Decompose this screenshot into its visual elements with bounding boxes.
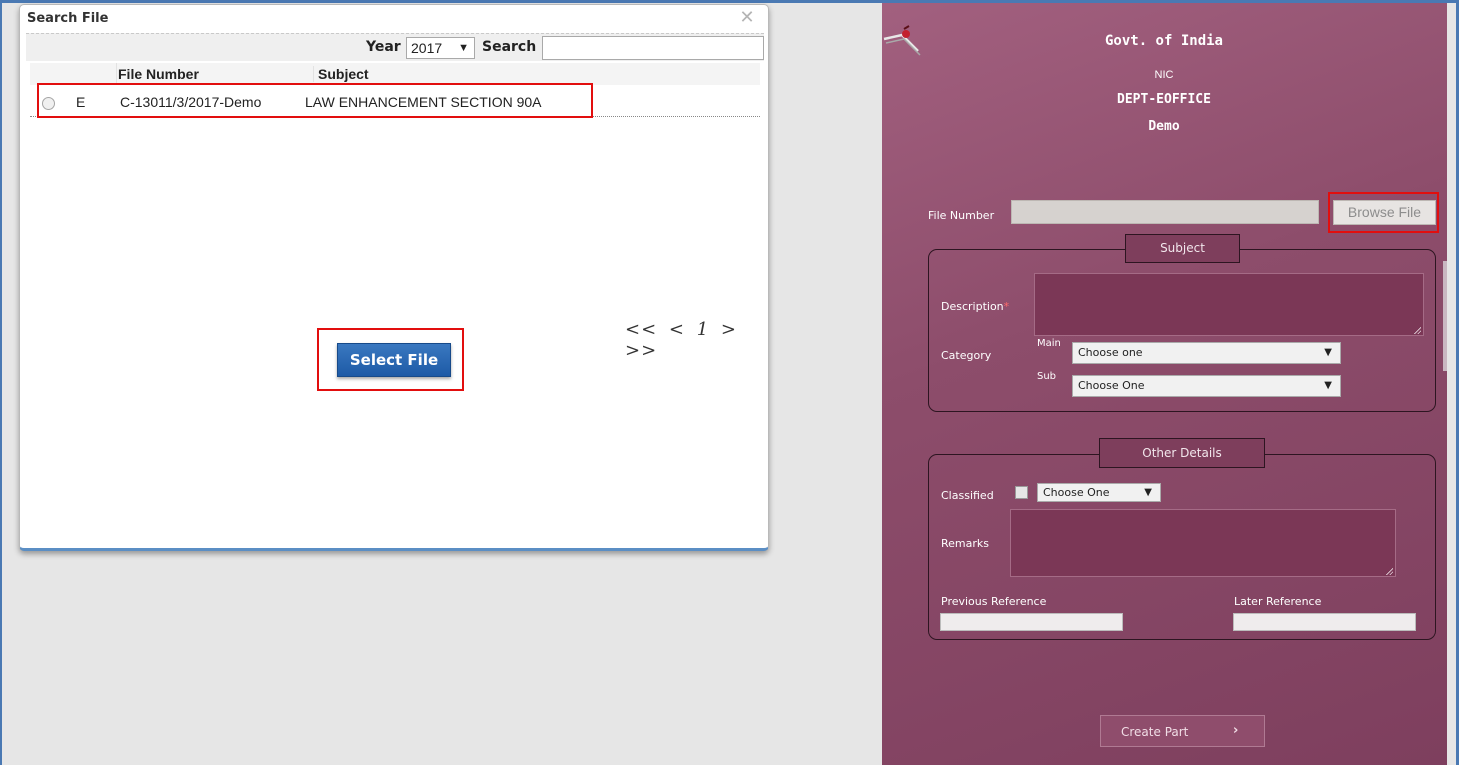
file-number-input[interactable] [1011,200,1319,224]
dialog-title: Search File [27,11,109,26]
previous-reference-label: Previous Reference [941,595,1047,608]
scrollbar-thumb[interactable] [1443,261,1447,371]
dropdown-arrow-icon: ▼ [458,42,469,54]
dropdown-arrow-icon: ▼ [1324,380,1332,391]
results-table-header: File Number Subject [30,63,760,85]
chevron-right-icon: › [1233,723,1239,738]
year-select[interactable]: 2017 ▼ [406,37,475,59]
column-divider [116,63,117,85]
later-reference-label: Later Reference [1234,595,1322,608]
required-mark: * [1003,300,1010,313]
category-label: Category [941,349,992,362]
dropdown-arrow-icon: ▼ [1144,487,1152,498]
classified-select-value: Choose One [1043,486,1110,499]
file-number-label: File Number [928,209,995,222]
close-icon[interactable]: ✕ [737,8,757,26]
search-file-dialog: Search File ✕ Year 2017 ▼ Search File Nu… [19,4,769,551]
dept-name: DEPT-EOFFICE [1117,92,1211,107]
resize-grip-icon[interactable] [1413,326,1421,334]
other-details-legend: Other Details [1099,438,1265,468]
classified-label: Classified [941,489,994,502]
main-category-select[interactable]: Choose one ▼ [1072,342,1341,364]
sub-category-select[interactable]: Choose One ▼ [1072,375,1341,397]
previous-reference-input[interactable] [940,613,1123,631]
resize-grip-icon[interactable] [1385,567,1393,575]
pager-next[interactable]: > [721,319,737,340]
column-header-file-number[interactable]: File Number [118,66,298,82]
classified-select[interactable]: Choose One ▼ [1037,483,1161,502]
main-category-value: Choose one [1078,346,1143,359]
select-button-highlight-box [317,328,464,391]
org-title: Govt. of India [1104,33,1223,49]
later-reference-input[interactable] [1233,613,1416,631]
classified-checkbox[interactable] [1015,486,1028,499]
pagination: << < 1 > >> [625,319,768,361]
pager-current-page[interactable]: 1 [697,319,709,340]
window-frame-left [0,0,2,765]
sub-category-value: Choose One [1078,379,1145,392]
create-part-label: Create Part [1121,725,1189,739]
description-label-text: Description [941,300,1004,313]
dropdown-arrow-icon: ▼ [1324,347,1332,358]
year-select-value: 2017 [411,40,443,56]
search-input[interactable] [542,36,764,60]
main-category-label: Main [1037,338,1061,349]
row-highlight-box [37,83,593,118]
pager-prev[interactable]: < [669,319,685,340]
unit-name: Demo [1148,119,1180,134]
remarks-textarea[interactable] [1010,509,1396,577]
pen-logo-icon [883,25,921,56]
subject-legend: Subject [1125,234,1240,263]
pager-last[interactable]: >> [625,340,657,361]
column-header-subject[interactable]: Subject [313,66,613,82]
org-subtitle: NIC [1154,69,1174,81]
description-textarea[interactable] [1034,273,1424,336]
create-part-button[interactable]: Create Part › [1100,715,1265,747]
sub-category-label: Sub [1037,371,1057,382]
remarks-label: Remarks [941,537,989,550]
browse-highlight-box [1328,192,1439,233]
search-label: Search [482,39,537,55]
filter-bar: Year 2017 ▼ Search [26,33,764,61]
pager-first[interactable]: << [625,319,657,340]
file-creation-panel: Govt. of India NIC DEPT-EOFFICE Demo Fil… [882,3,1447,765]
year-label: Year [366,39,401,55]
description-label: Description* [941,300,1009,313]
